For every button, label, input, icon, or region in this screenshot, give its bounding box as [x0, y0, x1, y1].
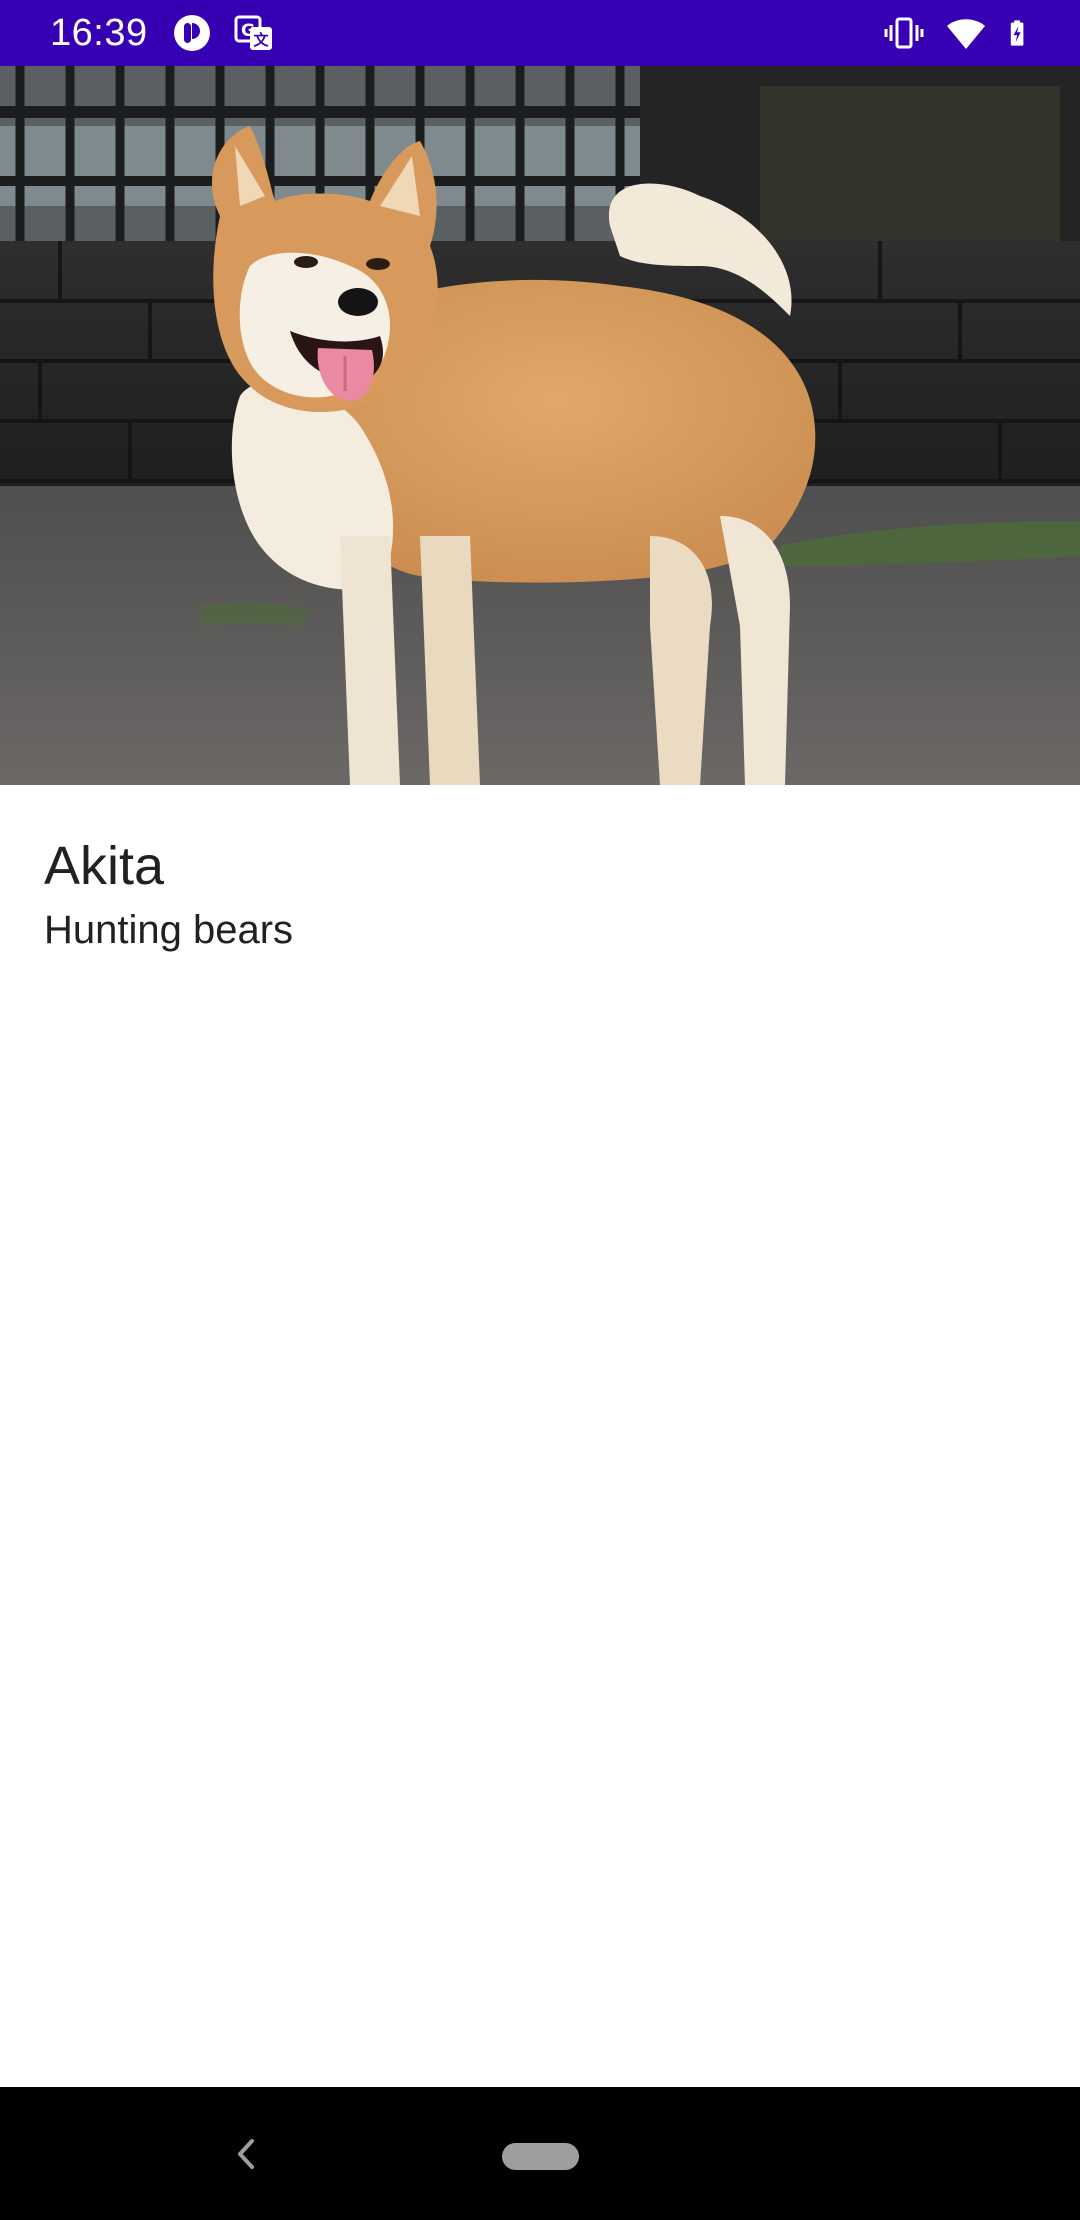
- dog-photo: [0, 66, 1080, 785]
- dog-detail-content: Akita Hunting bears: [44, 834, 1036, 958]
- status-bar: 16:39 G 文: [0, 0, 1080, 66]
- home-pill[interactable]: [502, 2143, 579, 2170]
- app-notification-icon: [174, 15, 210, 51]
- breed-name: Akita: [44, 836, 165, 896]
- wifi-icon: [947, 19, 985, 49]
- status-left-icons: G 文: [172, 13, 274, 53]
- akita-photo-illustration: [0, 66, 1080, 785]
- svg-text:文: 文: [253, 31, 269, 49]
- battery-charging-icon: [1010, 20, 1024, 46]
- back-chevron-icon[interactable]: [222, 2129, 272, 2179]
- navigation-bar: [0, 2087, 1080, 2220]
- vibrate-icon: [884, 17, 924, 49]
- breed-purpose: Hunting bears: [44, 908, 294, 952]
- status-right-icons: [884, 13, 1036, 53]
- status-time: 16:39: [50, 12, 148, 54]
- translate-icon: G 文: [234, 15, 272, 50]
- dog-detail-screen: 16:39 G 文 Akita Hunting bears: [0, 0, 1080, 2220]
